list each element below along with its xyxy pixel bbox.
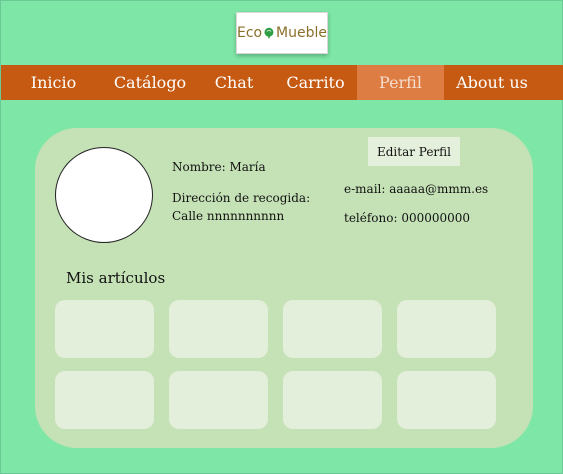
article-tile[interactable] <box>397 371 496 429</box>
profile-email: e-mail: aaaaa@mmm.es <box>344 182 489 196</box>
nav-carrito[interactable]: Carrito <box>274 65 357 100</box>
logo-text-right: Mueble <box>276 25 327 41</box>
edit-profile-button[interactable]: Editar Perfil <box>368 137 460 166</box>
my-articles-title: Mis artículos <box>66 269 166 287</box>
article-tile[interactable] <box>55 371 154 429</box>
profile-name: Nombre: María <box>172 160 266 174</box>
profile-card: Nombre: María Dirección de recogida: Cal… <box>35 128 533 448</box>
article-tile[interactable] <box>55 300 154 358</box>
nav-perfil[interactable]: Perfil <box>357 65 444 100</box>
nav-about-us[interactable]: About us <box>444 65 540 100</box>
main-navigation: Inicio Catálogo Chat Carrito Perfil Abou… <box>1 65 563 100</box>
profile-phone: teléfono: 000000000 <box>344 211 471 225</box>
article-tile[interactable] <box>397 300 496 358</box>
nav-catalogo[interactable]: Catálogo <box>106 65 194 100</box>
article-tile[interactable] <box>169 300 268 358</box>
nav-inicio[interactable]: Inicio <box>1 65 106 100</box>
tree-icon <box>264 27 274 39</box>
avatar[interactable] <box>55 147 153 243</box>
article-tile[interactable] <box>169 371 268 429</box>
articles-grid <box>55 300 496 430</box>
logo-text-left: Eco <box>237 25 263 41</box>
article-tile[interactable] <box>283 300 382 358</box>
profile-address: Dirección de recogida: Calle nnnnnnnnnn <box>172 191 311 223</box>
nav-chat[interactable]: Chat <box>194 65 274 100</box>
ecomueble-logo[interactable]: Eco Mueble <box>236 12 328 54</box>
article-tile[interactable] <box>283 371 382 429</box>
